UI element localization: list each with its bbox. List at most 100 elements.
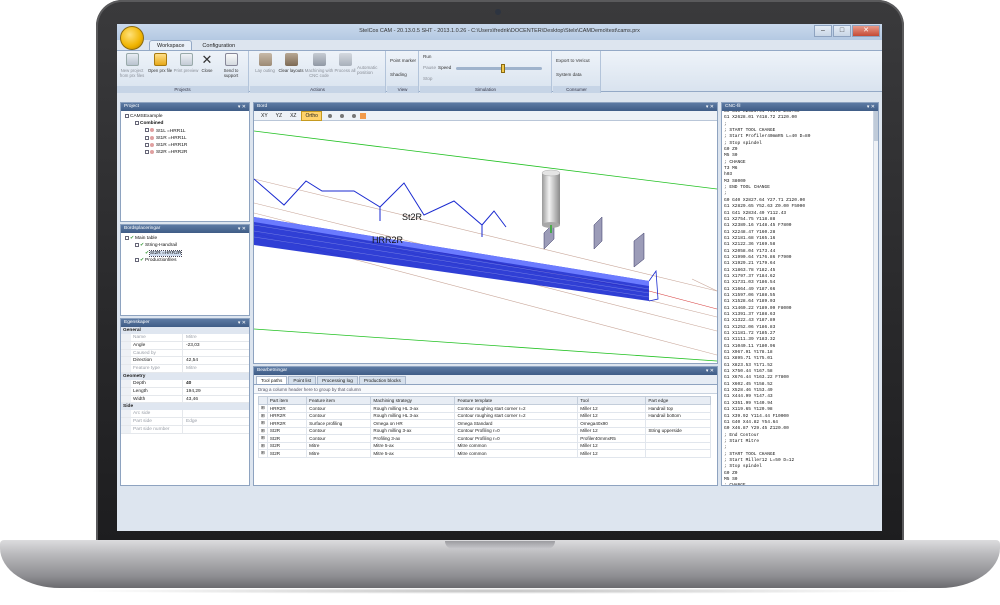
system-data-button[interactable]: System data [556, 72, 582, 77]
property-section-header[interactable]: General [121, 327, 249, 334]
view-option-dot-icon[interactable] [339, 113, 344, 118]
tab-point-list[interactable]: Point list [288, 376, 317, 384]
run-button[interactable]: Run [423, 54, 431, 59]
column-header[interactable]: Feature item [306, 396, 372, 405]
property-row[interactable]: Depth 40 [121, 379, 249, 388]
automatic-position-button[interactable]: Automatic position [357, 65, 385, 75]
expander-icon[interactable] [145, 142, 149, 147]
table-row[interactable]: ⊞ St2R Mitre Mitre 5-ax Mitre common Miller 1… [258, 441, 711, 450]
placement-tree-item[interactable]: ✔Main table [125, 235, 249, 242]
project-tree-item[interactable]: St1L =HRR1L [125, 128, 249, 135]
view-xy-button[interactable]: XY [258, 112, 271, 120]
property-value[interactable]: Mitre [183, 334, 197, 341]
close-button[interactable]: ✕ Close [197, 53, 217, 73]
stop-button[interactable]: Stop [423, 76, 432, 81]
property-section-header[interactable]: Geometry [121, 372, 249, 380]
project-tree-item[interactable]: Combined [125, 120, 249, 127]
property-row[interactable]: Part side number [121, 425, 249, 434]
property-value[interactable] [183, 426, 186, 433]
view-ortho-button[interactable]: Ortho [301, 110, 322, 121]
new-project-button[interactable]: New project from prx files [119, 53, 145, 78]
project-tree-item[interactable]: St1R =HRR1L [125, 135, 249, 142]
column-header[interactable]: Machining strategy [370, 396, 456, 405]
property-row[interactable]: Length 194,29 [121, 387, 249, 396]
project-tree-item[interactable]: St1R =HRR1R [125, 142, 249, 149]
panel-pin-icon[interactable]: ▾ ✕ [706, 103, 714, 111]
property-row[interactable]: Name Mitre [121, 334, 249, 342]
expand-row-icon[interactable]: ⊞ [258, 434, 268, 443]
table-row[interactable]: ⊞ St2R Mitre Mitre 5-ax Mitre common Miller 1… [258, 449, 711, 458]
expander-icon[interactable] [125, 235, 129, 240]
panel-pin-icon[interactable]: ▾ ✕ [238, 319, 246, 327]
expander-icon[interactable] [145, 128, 149, 133]
nc-code-text[interactable]: G0 G40 X2626.94 Y55.0 Z55.00 G1 X2628.01 … [722, 109, 878, 485]
expand-row-icon[interactable]: ⊞ [258, 404, 268, 413]
view-yz-button[interactable]: YZ [273, 112, 285, 120]
table-row[interactable]: ⊞ HRR2R Contour Rough milling HL 3-ax Contou… [258, 411, 711, 420]
panel-pin-icon[interactable]: ▾ ✕ [867, 103, 875, 111]
open-prx-button[interactable]: Open prx file [147, 53, 173, 73]
property-section-header[interactable]: Side [121, 403, 249, 411]
expander-icon[interactable] [125, 113, 129, 118]
table-row[interactable]: ⊞ St2R Contour Profiling 3-ax Contour Profil… [258, 434, 711, 443]
column-header[interactable]: Part edge [645, 396, 711, 405]
speed-slider[interactable] [456, 64, 542, 73]
column-header[interactable]: Tool [577, 396, 647, 405]
color-swatch-icon[interactable] [359, 112, 366, 119]
clear-layouts-button[interactable]: Clear layouts [278, 53, 304, 73]
placement-tree-item[interactable]: ✔String-Handrail [125, 242, 249, 249]
expand-row-icon[interactable]: ⊞ [258, 426, 268, 435]
maximize-button[interactable]: □ [833, 25, 851, 37]
panel-pin-icon[interactable]: ▾ ✕ [238, 225, 246, 233]
view-xz-button[interactable]: XZ [287, 112, 299, 120]
table-row[interactable]: ⊞ HRR2R Contour Rough milling HL 3-ax Contou… [258, 404, 711, 413]
property-row[interactable]: Arc side [121, 410, 249, 419]
expander-icon[interactable] [135, 121, 139, 126]
tab-production-blocks[interactable]: Production blocks [358, 376, 406, 384]
app-menu-button[interactable] [120, 26, 144, 50]
expander-icon[interactable] [135, 257, 139, 262]
table-row[interactable]: ⊞ St2R Contour Rough milling 3-ax Contour Pr… [258, 426, 711, 435]
point-marker-toggle[interactable]: Point marker [390, 58, 416, 63]
property-value[interactable] [183, 410, 186, 417]
shading-toggle[interactable]: Shading [390, 72, 407, 77]
table-row[interactable]: ⊞ HRR2R Surface profiling Omega on HR Omega … [258, 419, 711, 428]
3d-scene[interactable]: St2R HRR2R [254, 121, 717, 363]
group-by-hint[interactable]: Drag a column header here to group by th… [254, 385, 717, 394]
property-row[interactable]: Caused by [121, 349, 249, 358]
panel-pin-icon[interactable]: ▾ ✕ [238, 103, 246, 111]
property-row[interactable]: Feature type Mitre [121, 365, 249, 373]
expander-icon[interactable] [135, 243, 139, 248]
speed-slider-thumb[interactable] [501, 64, 506, 73]
machining-cnc-button[interactable]: Machining with CNC code [304, 53, 334, 78]
property-value[interactable]: 42,54 [183, 357, 198, 364]
expand-row-icon[interactable]: ⊞ [258, 411, 268, 420]
send-support-button[interactable]: Send to support [218, 53, 244, 78]
print-preview-button[interactable]: Print preview [173, 53, 199, 73]
property-value[interactable]: 194,29 [183, 388, 201, 395]
property-value[interactable]: 43,46 [183, 396, 198, 403]
project-tree-item[interactable]: CAMSExample [125, 113, 249, 120]
view-option-dot-icon[interactable] [327, 113, 332, 118]
property-value[interactable]: -23,03 [183, 342, 200, 349]
placement-tree-item[interactable]: ✔Productionfiles [125, 257, 249, 264]
expand-row-icon[interactable]: ⊞ [258, 449, 268, 458]
layouting-button[interactable]: Lay outing [252, 53, 278, 73]
property-value[interactable]: Edge [183, 418, 197, 425]
nc-scrollbar[interactable] [873, 111, 878, 485]
property-row[interactable]: Part side Edge [121, 418, 249, 426]
column-header[interactable]: Part item [266, 396, 308, 405]
property-value[interactable]: 40 [183, 380, 191, 387]
expander-icon[interactable] [145, 135, 149, 140]
tab-processing-log[interactable]: Processing log [317, 376, 358, 384]
expander-icon[interactable] [145, 150, 149, 155]
placement-tree-item[interactable]: ✔St2R =HRR2R [125, 249, 249, 257]
panel-pin-icon[interactable]: ▾ ✕ [706, 367, 714, 375]
property-row[interactable]: Angle -23,03 [121, 341, 249, 350]
expand-row-icon[interactable]: ⊞ [258, 441, 268, 450]
view-option-dot-icon[interactable] [351, 113, 356, 118]
tab-tool-paths[interactable]: Tool paths [256, 376, 288, 384]
property-value[interactable]: Mitre [183, 365, 197, 372]
process-all-button[interactable]: Process all [334, 53, 356, 73]
property-value[interactable] [183, 350, 186, 357]
